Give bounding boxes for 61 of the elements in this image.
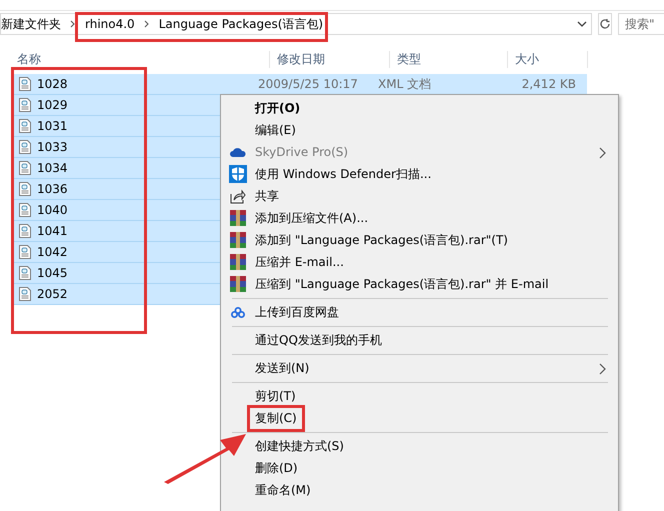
document-icon [19,245,31,259]
breadcrumb[interactable]: rhino4.0 [85,17,135,31]
menu-item[interactable]: 使用 Windows Defender扫描... [221,163,618,185]
document-icon [19,98,31,112]
document-icon [19,119,31,133]
menu-item[interactable]: 添加到压缩文件(A)... [221,207,618,229]
address-bar[interactable]: 新建文件夹 rhino4.0 Language Packages(语言包) [0,13,592,35]
file-name: 1033 [37,140,68,154]
column-header[interactable]: 类型 [390,50,508,68]
share-icon [230,188,246,204]
document-icon [19,287,31,301]
file-row[interactable]: 1028 2009/5/25 10:17 XML 文档 2,412 KB [13,74,587,95]
document-icon [19,77,31,91]
shield-icon [229,165,247,183]
document-icon [19,203,31,217]
file-size: 2,412 KB [520,77,576,91]
file-name: 1045 [37,266,68,280]
menu-item[interactable]: 剪切(T) [221,385,618,407]
menu-item[interactable]: 重命名(M) [221,479,618,501]
menu-item-label: 复制(C) [255,410,297,424]
document-icon [19,182,31,196]
menu-item[interactable]: 编辑(E) [221,119,618,141]
menu-item[interactable]: 通过QQ发送到我的手机 [221,329,618,351]
breadcrumb[interactable]: 新建文件夹 [1,16,61,32]
breadcrumb[interactable]: Language Packages(语言包) [158,16,324,32]
file-date: 2009/5/25 10:17 [258,77,359,91]
file-name: 2052 [37,287,68,301]
column-header[interactable]: 名称 [10,50,270,68]
file-name: 1040 [37,203,68,217]
menu-item[interactable]: 删除(D) [221,457,618,479]
document-icon [19,140,31,154]
file-name: 1029 [37,98,68,112]
dropdown-icon[interactable] [577,20,587,28]
refresh-button[interactable] [598,13,612,35]
file-name: 1034 [37,161,68,175]
refresh-icon [599,18,611,30]
document-icon [19,266,31,280]
menu-item[interactable]: 发送到(N) [221,357,618,379]
file-name: 1028 [37,77,68,91]
column-header[interactable]: 大小 [508,50,588,68]
column-header[interactable]: 修改日期 [270,50,390,68]
menu-item[interactable]: 上传到百度网盘 [221,301,618,323]
file-type: XML 文档 [378,76,432,92]
file-name: 1031 [37,119,68,133]
menu-item[interactable]: 压缩并 E-mail... [221,251,618,273]
document-icon [19,161,31,175]
menu-item[interactable]: 复制(C) [221,407,618,429]
archive-icon [230,276,246,292]
document-icon [19,224,31,238]
menu-item[interactable]: 压缩到 "Language Packages(语言包).rar" 并 E-mail [221,273,618,295]
archive-icon [230,254,246,270]
file-name: 1036 [37,182,68,196]
menu-item[interactable]: 打开(O) [221,97,618,119]
file-name: 1041 [37,224,68,238]
menu-item[interactable]: 添加到 "Language Packages(语言包).rar"(T) [221,229,618,251]
archive-icon [230,232,246,248]
menu-item[interactable]: 创建快捷方式(S) [221,435,618,457]
archive-icon [230,210,246,226]
menu-item[interactable]: 共享 [221,185,618,207]
file-name: 1042 [37,245,68,259]
search-field[interactable]: 搜索" [618,13,664,35]
